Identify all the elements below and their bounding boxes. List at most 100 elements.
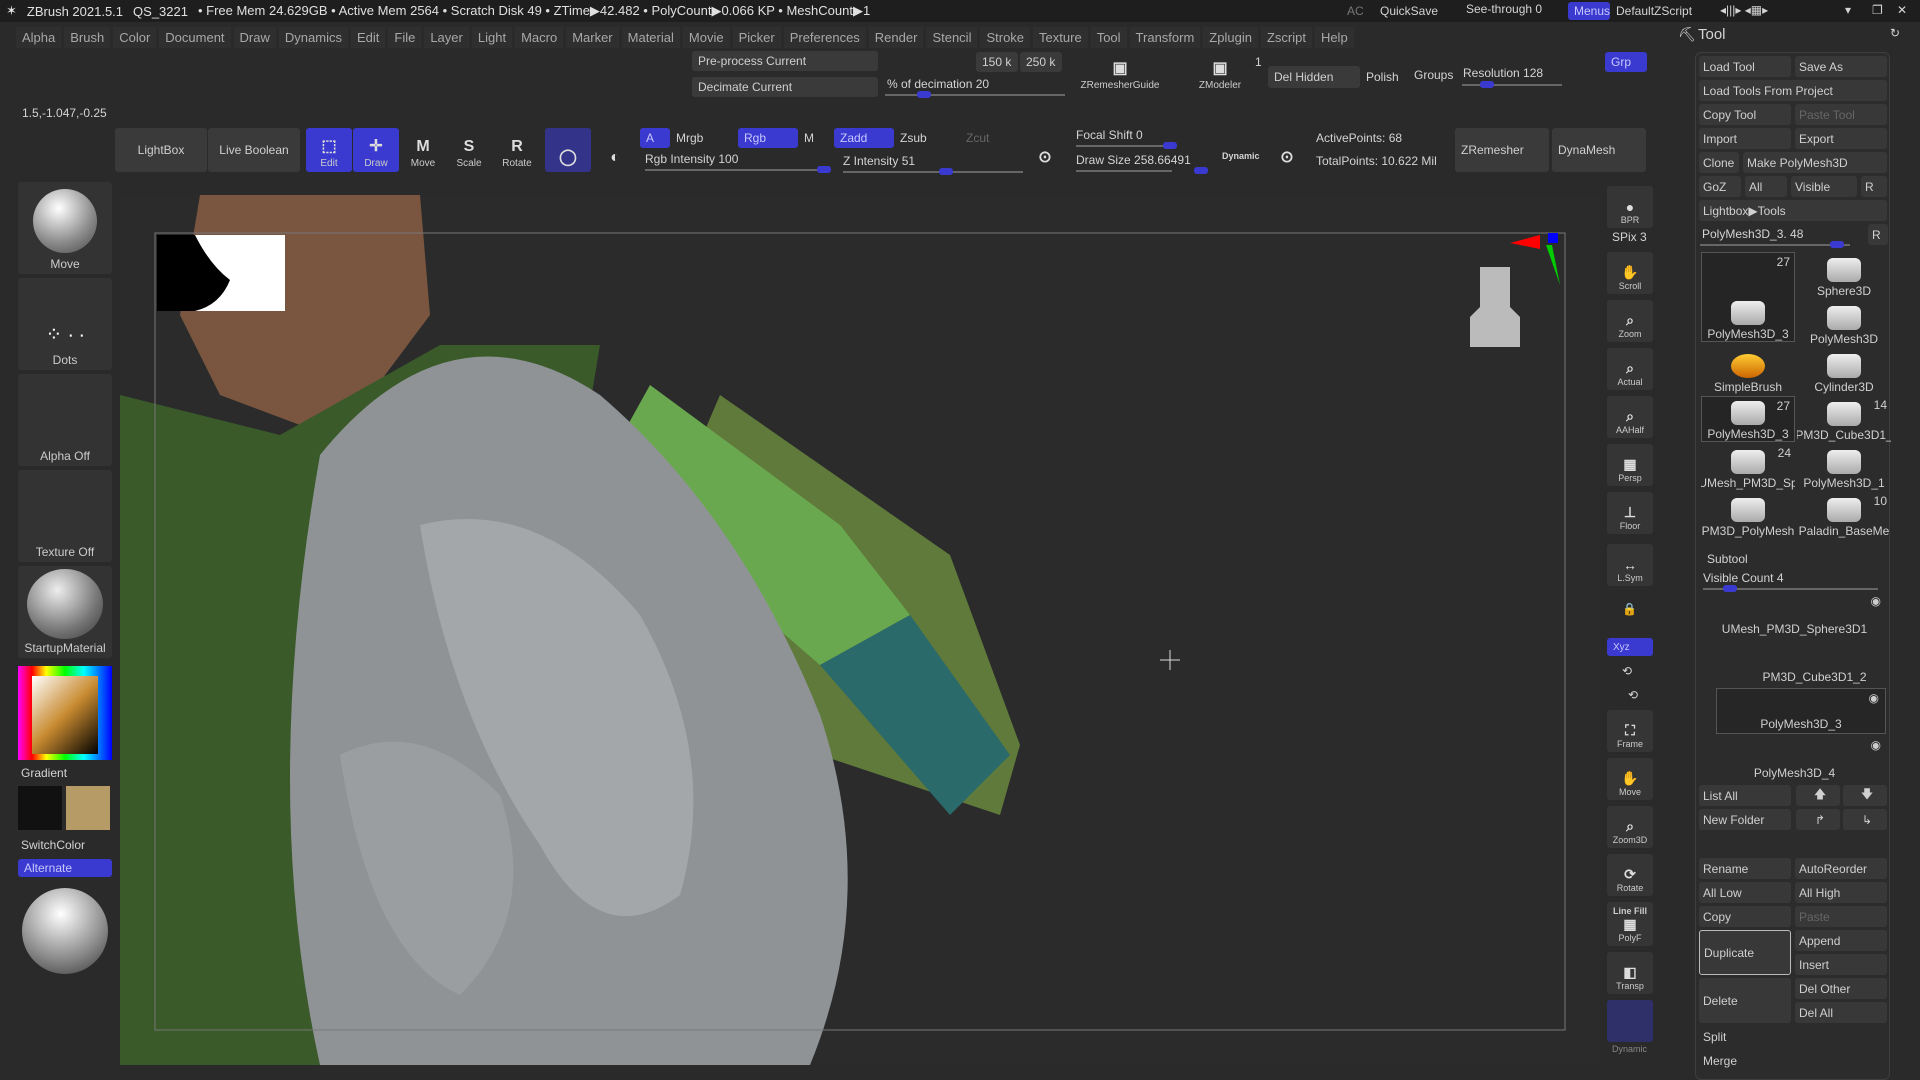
split-button[interactable]: Split — [1699, 1026, 1887, 1047]
transp-button[interactable]: ◧ Transp — [1607, 952, 1653, 994]
autoreorder-button[interactable]: AutoReorder — [1795, 858, 1887, 879]
menu-zplugin[interactable]: Zplugin — [1203, 26, 1258, 48]
paste-tool-button[interactable]: Paste Tool — [1795, 104, 1887, 125]
subtool-item[interactable]: ◉ PolyMesh3D_4 — [1702, 736, 1887, 782]
alternate-button[interactable]: Alternate — [18, 859, 112, 877]
tool-thumbnail[interactable]: 10 Paladin_BaseMe — [1797, 492, 1891, 538]
load-tools-from-project-button[interactable]: Load Tools From Project — [1699, 80, 1887, 101]
menu-macro[interactable]: Macro — [515, 26, 564, 48]
eye-icon[interactable]: ◉ — [1871, 738, 1881, 752]
scroll-button[interactable]: ✋ Scroll — [1607, 252, 1653, 294]
close-icon[interactable]: ✕ — [1897, 3, 1907, 17]
tool-thumbnail[interactable]: PolyMesh3D — [1797, 300, 1891, 346]
tool-thumbnail[interactable]: 24 UMesh_PM3D_Sp — [1701, 444, 1795, 490]
xyz-rotate-button[interactable]: Xyz — [1607, 638, 1653, 656]
main-color-swatch[interactable] — [66, 786, 110, 830]
m-button[interactable]: M — [804, 131, 814, 145]
menu-tool[interactable]: Tool — [1090, 26, 1127, 48]
delete-button[interactable]: Delete — [1699, 978, 1791, 1023]
focal-shift-slider[interactable]: Focal Shift 0 — [1076, 128, 1143, 142]
clone-button[interactable]: Clone — [1699, 152, 1739, 173]
scale-button[interactable]: S Scale — [446, 128, 492, 172]
menu-movie[interactable]: Movie — [682, 26, 730, 48]
append-button[interactable]: Append — [1795, 930, 1887, 951]
zadd-button[interactable]: Zadd — [834, 128, 894, 148]
import-button[interactable]: Import — [1699, 128, 1791, 149]
texture-sphere-button[interactable]: ◐ — [592, 128, 638, 172]
z-intensity-slider[interactable]: Z Intensity 51 — [843, 154, 915, 168]
tool-thumbnail[interactable]: Cylinder3D — [1797, 348, 1891, 394]
draw-size-slider[interactable]: Draw Size 258.66491 — [1076, 153, 1191, 167]
draw-button[interactable]: ✛ Draw — [353, 128, 399, 172]
alpha-off-button[interactable]: Alpha Off — [18, 374, 112, 466]
menus-button[interactable]: Menus — [1568, 2, 1610, 20]
menu-alpha[interactable]: Alpha — [16, 26, 62, 48]
merge-button[interactable]: Merge — [1699, 1050, 1887, 1071]
menu-brush[interactable]: Brush — [64, 26, 111, 48]
subtool-item[interactable]: PM3D_Cube3D1_2 — [1702, 640, 1887, 686]
menu-texture[interactable]: Texture — [1033, 26, 1088, 48]
z-rotate-icon[interactable]: ⟲ — [1628, 688, 1638, 702]
aahalf-button[interactable]: ⌕ AAHalf — [1607, 396, 1653, 438]
y-rotate-icon[interactable]: ⟲ — [1622, 664, 1632, 678]
quicksave-button[interactable]: QuickSave — [1380, 4, 1438, 18]
load-tool-button[interactable]: Load Tool — [1699, 56, 1791, 77]
tool-thumbnail[interactable]: Sphere3D — [1797, 252, 1891, 298]
secondary-color-swatch[interactable] — [18, 786, 62, 830]
menu-transform[interactable]: Transform — [1129, 26, 1201, 48]
spix-slider[interactable]: SPix 3 — [1612, 230, 1647, 244]
a-button[interactable]: A — [640, 128, 670, 148]
resolution-slider[interactable]: Resolution 128 — [1463, 66, 1543, 80]
menu-document[interactable]: Document — [159, 26, 231, 48]
tool-thumbnail[interactable]: 14 PM3D_Cube3D1_ — [1797, 396, 1891, 442]
export-button[interactable]: Export — [1795, 128, 1887, 149]
persp-button[interactable]: ▦ Persp — [1607, 444, 1653, 486]
make-polymesh3d-button[interactable]: Make PolyMesh3D — [1743, 152, 1887, 173]
rename-button[interactable]: Rename — [1699, 858, 1791, 879]
edit-button[interactable]: ⬚ Edit — [306, 128, 352, 172]
rgb-button[interactable]: Rgb — [738, 128, 798, 148]
menu-material[interactable]: Material — [621, 26, 680, 48]
menu-layer[interactable]: Layer — [424, 26, 469, 48]
groups-button[interactable]: Groups — [1414, 68, 1453, 82]
subtool-item[interactable]: ◉ UMesh_PM3D_Sphere3D1 — [1702, 592, 1887, 638]
150k-button[interactable]: 150 k — [976, 52, 1018, 72]
duplicate-button[interactable]: Duplicate — [1699, 930, 1791, 975]
dynamic-button[interactable]: Dynamic — [1222, 151, 1260, 161]
dynamesh-button[interactable]: DynaMesh — [1552, 128, 1646, 172]
del-all-button[interactable]: Del All — [1795, 1002, 1887, 1023]
zmodeler-button[interactable]: ▣ ZModeler — [1180, 50, 1260, 94]
250k-button[interactable]: 250 k — [1020, 52, 1062, 72]
save-as-button[interactable]: Save As — [1795, 56, 1887, 77]
ghost-button[interactable] — [1607, 1000, 1653, 1042]
menu-zscript[interactable]: Zscript — [1260, 26, 1312, 48]
refresh-icon[interactable]: ↻ — [1890, 26, 1900, 40]
texture-off-button[interactable]: Texture Off — [18, 470, 112, 562]
menu-color[interactable]: Color — [113, 26, 157, 48]
polish-button[interactable]: Polish — [1366, 70, 1399, 84]
lsym-button[interactable]: ↔ L.Sym — [1607, 544, 1653, 586]
del-other-button[interactable]: Del Other — [1795, 978, 1887, 999]
menu-preferences[interactable]: Preferences — [783, 26, 866, 48]
stroke-dots-button[interactable]: ⁘ ∙ ∙ Dots — [18, 278, 112, 370]
material-button[interactable]: StartupMaterial — [18, 566, 112, 658]
see-through-slider[interactable]: See-through 0 — [1466, 2, 1542, 16]
zremesher-guide-button[interactable]: ▣ ZRemesherGuide — [1070, 50, 1170, 94]
move-view-button[interactable]: ✋ Move — [1607, 758, 1653, 800]
dynamic-draw-icon[interactable]: ⊙ — [1272, 128, 1302, 172]
menu-file[interactable]: File — [388, 26, 422, 48]
brush-move-button[interactable]: Move — [18, 182, 112, 274]
tool-slider[interactable]: PolyMesh3D_3. 48 — [1702, 227, 1803, 241]
subtool-item-selected[interactable]: ◉ PolyMesh3D_3 — [1716, 688, 1886, 734]
arrow-redo-icon[interactable]: ↱ — [1796, 809, 1840, 830]
insert-button[interactable]: Insert — [1795, 954, 1887, 975]
actual-button[interactable]: ⌕ Actual — [1607, 348, 1653, 390]
visible-count-slider[interactable]: Visible Count 4 — [1703, 571, 1784, 585]
tool-thumbnail[interactable]: PM3D_PolyMesh — [1701, 492, 1795, 538]
menu-picker[interactable]: Picker — [732, 26, 781, 48]
light-sphere[interactable] — [22, 888, 108, 974]
focal-shift-icon[interactable]: ⊙ — [1030, 128, 1060, 172]
switch-color-button[interactable]: SwitchColor — [21, 838, 85, 852]
tool-thumbnail[interactable]: PolyMesh3D_1 — [1797, 444, 1891, 490]
menu-marker[interactable]: Marker — [566, 26, 619, 48]
